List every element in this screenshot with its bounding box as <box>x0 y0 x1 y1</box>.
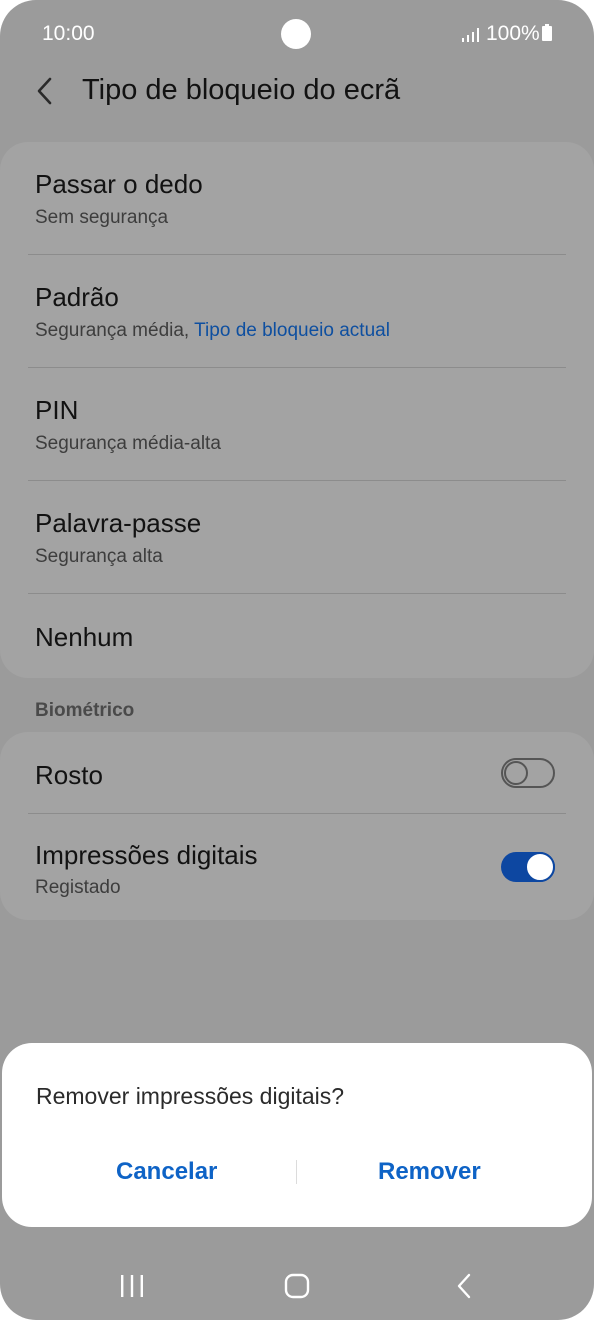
option-title: PIN <box>35 395 79 425</box>
fingerprint-toggle[interactable] <box>501 852 555 882</box>
security-level: Segurança média, <box>35 320 195 341</box>
biometric-fingerprint-row[interactable]: Impressões digitais Registado <box>0 814 594 920</box>
option-subtitle: Segurança alta <box>35 546 163 567</box>
current-lock-type-label: Tipo de bloqueio actual <box>194 320 390 341</box>
toggle-knob <box>504 761 528 785</box>
battery-icon <box>542 24 552 41</box>
remove-fingerprints-dialog: Remover impressões digitais? Cancelar Re… <box>2 1043 592 1227</box>
phone-screen: 10:00 100% Tipo de bloqueio do ecrã Pass… <box>0 0 594 1320</box>
status-time: 10:00 <box>42 22 95 45</box>
page-title: Tipo de bloqueio do ecrã <box>82 74 401 106</box>
face-title: Rosto <box>35 760 103 790</box>
front-camera <box>281 19 311 49</box>
option-title: Nenhum <box>35 622 134 652</box>
biometric-section-label: Biométrico <box>35 700 135 721</box>
lock-option-swipe[interactable]: Passar o dedo Sem segurança <box>0 142 594 255</box>
option-title: Palavra-passe <box>35 508 202 538</box>
biometric-face-row[interactable]: Rosto <box>0 732 594 814</box>
toggle-knob <box>525 852 555 882</box>
home-icon[interactable] <box>284 1273 310 1299</box>
fingerprint-title: Impressões digitais <box>35 840 258 870</box>
option-subtitle: Sem segurança <box>35 207 169 228</box>
app-header: Tipo de bloqueio do ecrã <box>0 62 594 122</box>
remove-button[interactable]: Remover <box>378 1158 481 1186</box>
option-subtitle: Segurança média, Tipo de bloqueio actual <box>35 320 390 342</box>
battery-percentage: 100% <box>486 22 540 45</box>
recent-apps-icon[interactable] <box>118 1274 146 1298</box>
fingerprint-subtitle: Registado <box>35 877 121 898</box>
cancel-button[interactable]: Cancelar <box>116 1158 217 1186</box>
face-toggle[interactable] <box>501 758 555 788</box>
lock-option-pattern[interactable]: Padrão Segurança média, Tipo de bloqueio… <box>0 255 594 368</box>
lock-option-pin[interactable]: PIN Segurança média-alta <box>0 368 594 481</box>
lock-option-none[interactable]: Nenhum <box>0 594 594 678</box>
lock-option-password[interactable]: Palavra-passe Segurança alta <box>0 481 594 594</box>
dialog-title: Remover impressões digitais? <box>36 1083 345 1109</box>
signal-icon <box>462 28 479 42</box>
status-bar: 10:00 100% <box>0 0 594 70</box>
option-title: Passar o dedo <box>35 169 203 199</box>
biometric-list: Rosto Impressões digitais Registado <box>0 732 594 920</box>
option-subtitle: Segurança média-alta <box>35 433 221 454</box>
back-icon[interactable] <box>455 1272 473 1300</box>
lock-type-list: Passar o dedo Sem segurança Padrão Segur… <box>0 142 594 678</box>
navigation-bar <box>0 1240 594 1320</box>
back-arrow-icon[interactable] <box>30 74 62 108</box>
button-separator <box>296 1160 297 1184</box>
option-title: Padrão <box>35 282 119 312</box>
